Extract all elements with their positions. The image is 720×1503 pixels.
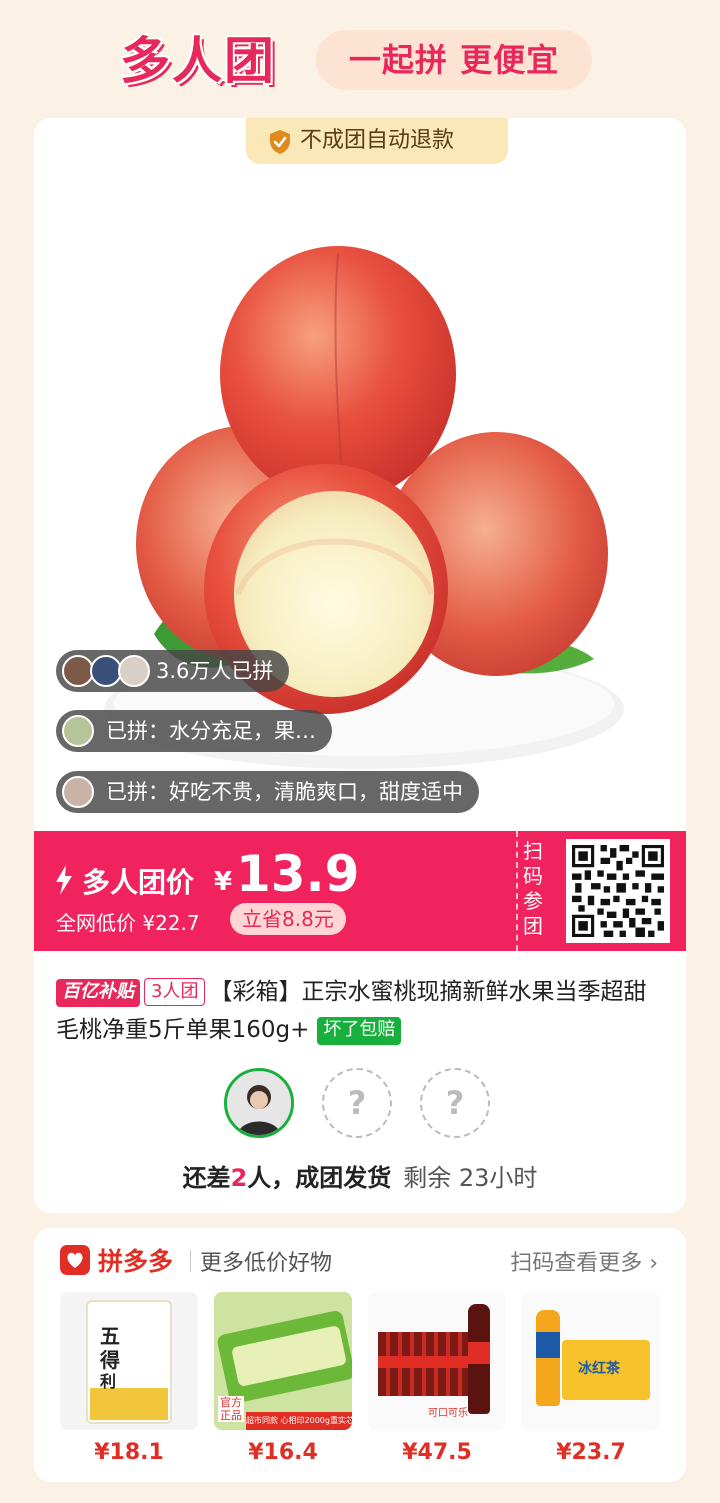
guarantee-tag: 坏了包赔 [317, 1017, 402, 1045]
slogan: 一起拼 更便宜 [316, 30, 592, 90]
header: 多人团 一起拼 更便宜 [0, 0, 720, 118]
joined-count-text: 3.6万人已拼 [156, 659, 274, 683]
group-size-tag: 3人团 [144, 978, 206, 1006]
review-text: 已拼：水分充足，果… [106, 719, 316, 743]
product-card[interactable]: 不成团自动退款 3.6万人已拼 已拼：水分充足，果… 已拼：好吃不贵，清脆爽口，… [34, 118, 686, 1213]
more-goods-title: 更多低价好物 [200, 1251, 333, 1276]
group-status: 还差2人，成团发货 剩余 23小时 [34, 1158, 686, 1193]
goods-item[interactable]: 官方 正品 超市同款 心相印2000g重实芯短卷 ¥16.4 [214, 1292, 352, 1465]
review-pill: 已拼：好吃不贵，清脆爽口，甜度适中 [56, 771, 479, 813]
remaining-time: 剩余 23小时 [403, 1164, 538, 1192]
flour-label: 利 [100, 1372, 117, 1391]
goods-item[interactable]: 可口可乐 ¥47.5 [368, 1292, 506, 1465]
product-title[interactable]: 百亿补贴 3人团 【彩箱】正宗水蜜桃现摘新鲜水果当季超甜毛桃净重5斤单果160g+ 坏… [56, 973, 668, 1049]
flour-image: 五 得 利 [60, 1292, 198, 1430]
qr-code[interactable] [566, 839, 670, 943]
price-band: 多人团价 ¥ 13.9 全网低价 ¥22.7 立省8.8元 扫码参团 [34, 831, 686, 951]
goods-price: ¥16.4 [248, 1440, 318, 1465]
goods-price: ¥18.1 [94, 1440, 164, 1465]
tissue-image: 官方 正品 超市同款 心相印2000g重实芯短卷 [214, 1292, 352, 1430]
person-icon [227, 1071, 291, 1135]
subsidy-tag: 百亿补贴 [56, 979, 140, 1007]
scan-more-link[interactable]: 扫码查看更多 › [510, 1245, 658, 1277]
review-pill: 已拼：水分充足，果… [56, 710, 332, 752]
status-prefix: 还差 [182, 1164, 231, 1192]
logo: 多人团 [120, 32, 276, 90]
more-goods-card: 拼多多 更多低价好物 扫码查看更多 › 五 得 利 ¥18.1 官方 正品 超市… [34, 1228, 686, 1482]
empty-member-slot: ? [420, 1068, 490, 1138]
goods-item[interactable]: 五 得 利 ¥18.1 [60, 1292, 198, 1465]
pinduoduo-logo-icon [60, 1245, 90, 1275]
group-leader-avatar [224, 1068, 294, 1138]
empty-member-slot: ? [322, 1068, 392, 1138]
official-tag: 正品 [218, 1409, 244, 1422]
status-missing-count: 2 [230, 1164, 248, 1192]
refund-text: 不成团自动退款 [300, 128, 455, 153]
official-tag: 官方 [218, 1396, 244, 1409]
price-label: 多人团价 [82, 866, 195, 899]
shield-check-icon [270, 130, 290, 154]
avatar [62, 715, 94, 747]
group-members: ? ? [224, 1068, 504, 1140]
lightning-icon [56, 865, 72, 895]
group-price: 13.9 [236, 845, 360, 903]
status-suffix: 人，成团发货 [247, 1164, 392, 1192]
goods-price: ¥23.7 [556, 1440, 626, 1465]
joined-count-pill: 3.6万人已拼 [56, 650, 290, 692]
refund-badge: 不成团自动退款 [246, 118, 508, 164]
ice-tea-image: 冰红茶 [522, 1292, 660, 1430]
cola-label: 可口可乐 [428, 1408, 468, 1419]
save-badge: 立省8.8元 [230, 903, 346, 935]
avatar [118, 655, 150, 687]
avatar [62, 776, 94, 808]
tissue-banner: 超市同款 心相印2000g重实芯短卷 [246, 1412, 352, 1430]
ice-tea-label: 冰红茶 [578, 1361, 620, 1377]
pinduoduo-brand: 拼多多 [98, 1247, 174, 1276]
goods-item[interactable]: 冰红茶 ¥23.7 [522, 1292, 660, 1465]
review-text: 已拼：好吃不贵，清脆爽口，甜度适中 [106, 780, 463, 804]
goods-price: ¥47.5 [402, 1440, 472, 1465]
scan-to-join-label: 扫码参团 [516, 831, 548, 951]
currency-symbol: ¥ [214, 867, 233, 897]
market-low-price: 全网低价 ¥22.7 [56, 911, 200, 935]
cola-image: 可口可乐 [368, 1292, 506, 1430]
divider [190, 1250, 191, 1272]
